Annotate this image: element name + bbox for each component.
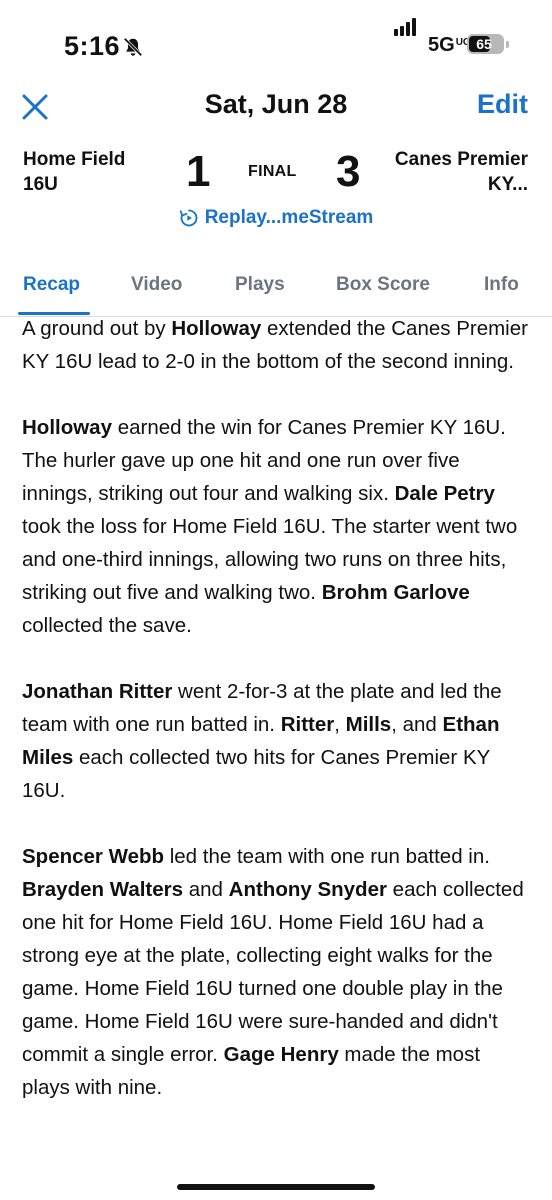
battery-tip	[506, 41, 509, 48]
game-status: FINAL	[248, 163, 297, 180]
network-type: 5GUC	[428, 34, 471, 56]
tab-box-score[interactable]: Box Score	[336, 274, 430, 296]
tab-info[interactable]: Info	[484, 274, 519, 296]
home-score: 1	[186, 147, 211, 196]
player-name: Holloway	[171, 317, 262, 340]
player-name: Gage Henry	[223, 1043, 339, 1066]
status-bar: 5:16 5GUC 65	[0, 0, 552, 92]
player-name: Mills	[345, 713, 392, 736]
battery-level: 65	[476, 36, 492, 52]
player-name: Ritter	[280, 713, 335, 736]
replay-label: Replay...meStream	[204, 207, 374, 228]
bell-slash-icon	[123, 37, 143, 57]
player-name: Anthony Snyder	[228, 878, 387, 901]
edit-button[interactable]: Edit	[477, 89, 528, 120]
recap-paragraph: Holloway earned the win for Canes Premie…	[22, 416, 518, 637]
replay-link[interactable]: Replay...meStream	[0, 207, 552, 229]
player-name: Brohm Garlove	[321, 581, 470, 604]
tab-video[interactable]: Video	[131, 274, 182, 296]
replay-icon	[179, 209, 198, 227]
tab-plays[interactable]: Plays	[235, 274, 285, 296]
player-name: Dale Petry	[394, 482, 495, 505]
away-team-name[interactable]: Canes Premier KY...	[358, 147, 528, 197]
player-name: Jonathan Ritter	[22, 680, 173, 703]
status-time: 5:16	[64, 31, 121, 61]
tab-recap[interactable]: Recap	[23, 274, 80, 296]
player-name: Spencer Webb	[22, 845, 165, 868]
home-team-name[interactable]: Home Field 16U	[23, 147, 163, 197]
tab-bar: Recap Video Plays Box Score Info	[0, 262, 552, 317]
battery-icon: 65	[467, 34, 504, 54]
recap-content: A ground out by Holloway extended the Ca…	[22, 312, 532, 1137]
recap-paragraph: Jonathan Ritter went 2-for-3 at the plat…	[22, 680, 502, 802]
recap-paragraph: Spencer Webb led the team with one run b…	[22, 845, 524, 1099]
player-name: Brayden Walters	[22, 878, 184, 901]
page-title: Sat, Jun 28	[204, 89, 348, 119]
home-indicator[interactable]	[177, 1184, 375, 1190]
away-score: 3	[336, 147, 361, 196]
recap-paragraph: A ground out by Holloway extended the Ca…	[22, 317, 528, 373]
close-icon[interactable]	[20, 92, 50, 122]
player-name: Holloway	[22, 416, 112, 439]
